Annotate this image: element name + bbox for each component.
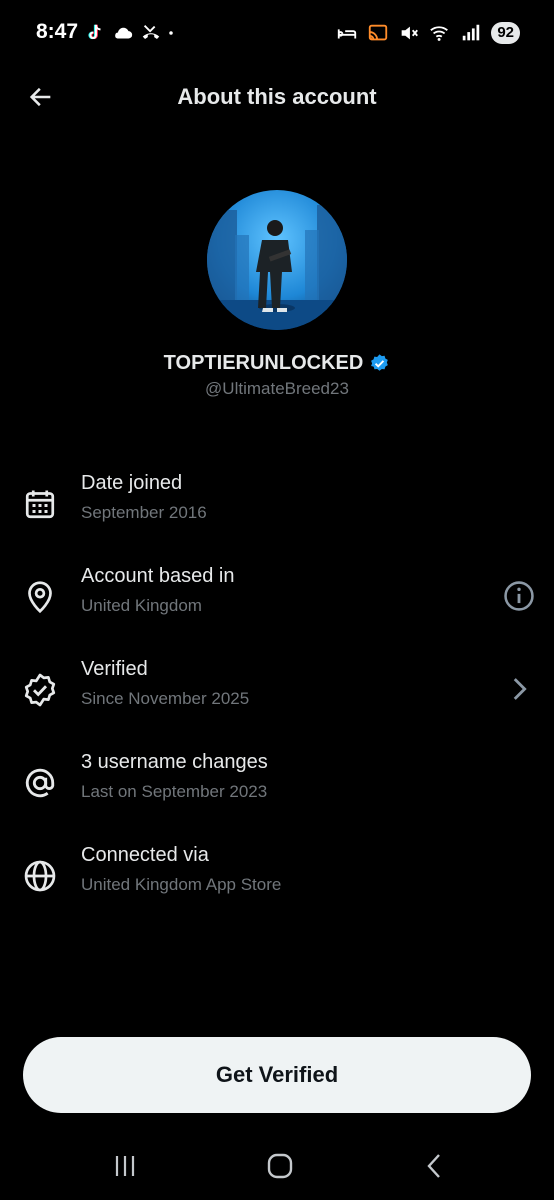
at-sign-icon [25,768,55,798]
row-subtitle: September 2016 [81,503,207,522]
display-name: TOPTIERUNLOCKED [163,352,364,374]
recent-apps-icon[interactable] [107,1149,143,1183]
row-subtitle: Last on September 2023 [81,782,268,801]
sleep-icon [338,29,357,39]
row-verified[interactable]: Verified Since November 2025 [0,652,554,730]
tiktok-icon [88,24,101,40]
get-verified-button[interactable]: Get Verified [23,1037,531,1113]
info-icon[interactable] [502,579,536,613]
status-time: 8:47 [36,20,79,43]
battery-badge: 92 [491,22,520,44]
missed-call-icon [142,25,160,39]
cloud-icon [115,27,133,39]
verified-badge-icon[interactable] [369,353,390,374]
row-title: Date joined [81,472,183,494]
status-right-icons: 92 [336,20,520,46]
profile-photo [207,190,347,330]
chevron-right-icon[interactable] [502,672,536,706]
dot-icon [169,31,173,35]
page-title: About this account [177,84,377,109]
mute-icon [401,26,419,40]
cast-icon [369,24,388,41]
username-handle: @UltimateBreed23 [205,379,349,398]
row-connected-via: Connected via United Kingdom App Store [0,838,554,916]
calendar-icon [25,490,55,519]
globe-icon [24,860,56,892]
row-title: Verified [81,658,148,680]
home-icon[interactable] [262,1149,298,1183]
status-left-icons [84,20,180,46]
back-icon[interactable] [417,1149,453,1183]
system-nav-bar [0,1135,554,1195]
display-name-row: TOPTIERUNLOCKED [0,352,554,375]
row-subtitle: Since November 2025 [81,689,250,708]
row-account-based-in: Account based in United Kingdom [0,559,554,637]
row-title: Account based in [81,565,235,587]
signal-icon [463,24,480,41]
row-date-joined: Date joined September 2016 [0,466,554,544]
row-username-changes: 3 username changes Last on September 202… [0,745,554,823]
verified-badge-outline-icon [24,673,56,707]
status-bar: 8:47 92 [0,0,554,66]
row-title: 3 username changes [81,751,268,773]
location-pin-icon [28,581,52,614]
wifi-icon [430,26,449,41]
row-title: Connected via [81,844,209,866]
row-subtitle: United Kingdom App Store [81,875,282,894]
avatar[interactable] [207,190,347,330]
row-subtitle: United Kingdom [81,596,202,615]
app-header: About this account [0,66,554,128]
